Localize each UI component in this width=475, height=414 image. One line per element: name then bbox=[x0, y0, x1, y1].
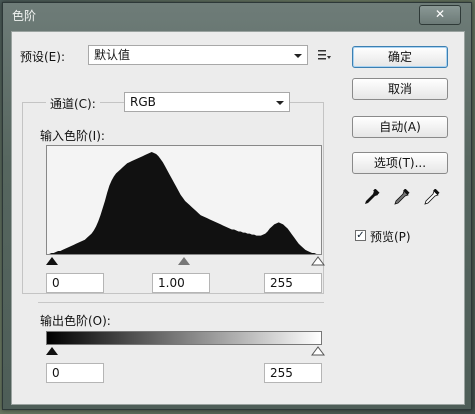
preview-label[interactable]: 预览(P) bbox=[370, 228, 411, 245]
output-slider-track[interactable] bbox=[46, 345, 326, 357]
output-gradient-bar bbox=[46, 331, 322, 345]
white-point-eyedropper-icon[interactable] bbox=[422, 189, 440, 207]
gray-point-eyedropper-icon[interactable] bbox=[392, 189, 410, 207]
output-levels-label: 输出色阶(O): bbox=[40, 314, 111, 328]
input-gamma-field[interactable]: 1.00 bbox=[152, 273, 210, 293]
auto-button[interactable]: 自动(A) bbox=[352, 116, 448, 138]
output-white-slider[interactable] bbox=[311, 346, 325, 356]
histogram-area bbox=[47, 152, 321, 254]
levels-dialog: 色阶 ✕ 预设(E): 默认值 通道(C): RGB 输入色阶(I): 0 1.… bbox=[2, 2, 472, 410]
histogram bbox=[46, 145, 322, 255]
output-black-field[interactable]: 0 bbox=[46, 363, 104, 383]
preset-value: 默认值 bbox=[94, 48, 131, 62]
cancel-button[interactable]: 取消 bbox=[352, 78, 448, 100]
close-button[interactable]: ✕ bbox=[419, 5, 461, 25]
dialog-title: 色阶 bbox=[12, 9, 37, 23]
histogram-chart bbox=[47, 152, 321, 254]
input-slider-track[interactable] bbox=[46, 255, 326, 267]
channel-value: RGB bbox=[130, 95, 156, 109]
options-button[interactable]: 选项(T)... bbox=[352, 152, 448, 174]
channel-dropdown[interactable]: RGB bbox=[124, 92, 290, 112]
chevron-down-icon bbox=[276, 101, 284, 105]
input-levels-label: 输入色阶(I): bbox=[40, 129, 105, 143]
chevron-down-icon bbox=[294, 54, 302, 58]
output-white-field[interactable]: 255 bbox=[264, 363, 322, 383]
channel-label: 通道(C): bbox=[46, 95, 100, 112]
input-gamma-slider[interactable] bbox=[178, 257, 190, 265]
input-black-field[interactable]: 0 bbox=[46, 273, 104, 293]
output-black-slider[interactable] bbox=[46, 347, 58, 355]
ok-button[interactable]: 确定 bbox=[352, 46, 448, 68]
preset-dropdown[interactable]: 默认值 bbox=[88, 45, 308, 65]
preview-checkbox[interactable]: ✓ bbox=[355, 230, 366, 241]
preset-options-icon[interactable] bbox=[318, 49, 332, 61]
input-white-slider[interactable] bbox=[311, 256, 325, 266]
title-bar[interactable]: 色阶 ✕ bbox=[3, 3, 471, 27]
black-point-eyedropper-icon[interactable] bbox=[362, 189, 380, 207]
dialog-body: 预设(E): 默认值 通道(C): RGB 输入色阶(I): 0 1.00 25… bbox=[11, 31, 465, 405]
input-black-slider[interactable] bbox=[46, 257, 58, 265]
input-white-field[interactable]: 255 bbox=[264, 273, 322, 293]
separator bbox=[38, 302, 324, 303]
preset-label: 预设(E): bbox=[20, 50, 65, 64]
